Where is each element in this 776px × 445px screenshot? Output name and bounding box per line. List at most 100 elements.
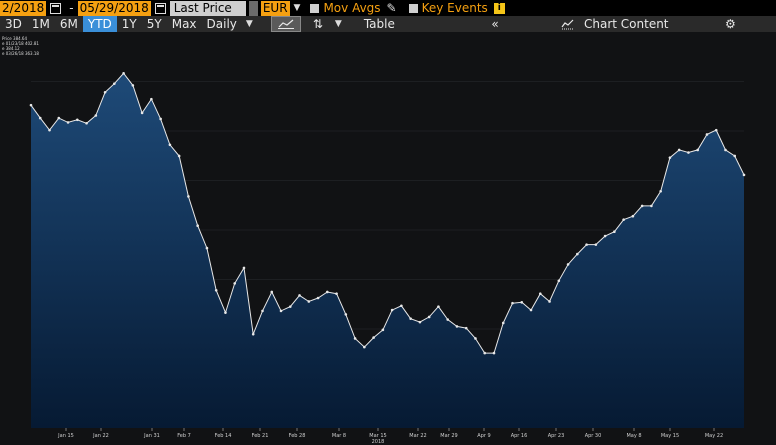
key-events-checkbox[interactable] [408,3,418,13]
collapse-left-button[interactable]: « [484,16,506,32]
data-point [390,308,394,312]
data-point [650,204,653,208]
x-tick-label: Apr 30 [585,433,602,439]
price-field-select[interactable]: Last Price [169,0,246,16]
x-tick-label: Apr 23 [548,433,565,439]
data-point [150,97,153,101]
data-point [576,252,579,256]
period-1y[interactable]: 1Y [117,16,142,32]
data-point [279,309,283,313]
price-chart[interactable]: Jan 15 Jan 22 Jan 31 Feb 7 Feb 14 Feb 21 Feb 2… [0,32,776,445]
calendar-icon[interactable] [154,2,166,14]
data-point [363,345,366,349]
data-point [400,304,403,308]
data-point [520,301,524,304]
data-point [140,111,144,115]
x-tick-label: Mar 29 [440,433,457,439]
data-point [705,133,709,136]
frequency-select[interactable]: Daily [202,16,242,32]
x-tick-label: Jan 15 [57,433,74,439]
data-point [687,151,690,154]
period-1m[interactable]: 1M [27,16,55,32]
data-point [38,116,42,120]
line-chart-icon [277,19,294,29]
data-point [168,143,172,147]
data-point [353,337,357,340]
data-point [251,332,255,336]
period-ytd[interactable]: YTD [82,16,117,32]
chevron-down-icon[interactable]: ▼ [246,19,253,29]
x-tick-label: May 8 [626,433,641,439]
period-max[interactable]: Max [167,16,202,32]
data-point [316,296,320,300]
key-events-label[interactable]: Key Events [422,1,488,15]
pencil-icon[interactable]: ✎ [387,1,397,15]
data-point [261,309,264,313]
data-point [566,263,570,266]
data-point [492,351,496,355]
data-point [113,82,116,85]
data-point [603,234,607,238]
table-button[interactable]: Table [356,17,403,31]
data-point [298,294,301,297]
data-point [733,154,737,158]
data-point [224,311,227,314]
data-point [103,90,107,94]
x-tick-label: May 15 [661,433,679,439]
period-5y[interactable]: 5Y [142,16,167,32]
data-point [242,266,246,270]
chevron-down-icon[interactable]: ▼ [294,3,301,13]
data-point [427,315,431,319]
data-point [66,121,70,124]
data-point [122,72,125,75]
data-point [381,328,385,332]
data-point [409,317,412,320]
period-6m[interactable]: 6M [55,16,83,32]
data-point [205,246,209,250]
data-point [270,290,274,294]
data-point [724,148,727,152]
end-date-field[interactable]: 05/29/2018 [77,0,151,16]
data-point [594,243,598,246]
chart-type-arrows-icon[interactable]: ⇅ [313,17,323,31]
data-point [474,337,477,340]
info-icon[interactable]: i [493,2,505,14]
data-point [344,313,348,316]
data-point [585,243,588,246]
chart-content-button[interactable]: Chart Content [584,16,669,32]
date-separator: - [69,1,74,15]
line-chart-button[interactable] [270,16,301,32]
data-point [742,173,746,177]
x-tick-label: Apr 16 [511,433,528,439]
data-point [529,308,533,312]
start-date-field[interactable]: 2/2018 [0,0,47,16]
mov-avgs-checkbox[interactable] [310,3,320,13]
data-point [557,279,561,283]
data-point [94,114,98,117]
data-point [501,321,505,325]
x-year-label: 2018 [372,439,385,445]
top-toolbar: 2/2018 - 05/29/2018 Last Price EUR ▼ Mov… [0,0,776,16]
x-tick-label: Jan 31 [143,433,160,439]
gear-icon[interactable]: ⚙ [725,16,736,32]
x-tick-label: Mar 22 [409,433,426,439]
data-point [538,292,542,296]
data-point [714,128,718,132]
data-point [640,204,644,208]
currency-select[interactable]: EUR [260,0,290,16]
data-point [159,117,162,121]
chevron-down-icon[interactable]: ▼ [335,19,342,29]
chart-content-icon[interactable] [561,18,575,30]
field-dropdown-arrow[interactable] [248,0,258,16]
data-point [29,103,33,107]
data-point [307,300,311,303]
data-point [613,230,616,234]
period-3d[interactable]: 3D [0,16,27,32]
calendar-icon[interactable] [50,2,62,14]
x-tick-label: Jan 22 [92,433,109,439]
x-tick-label: Feb 28 [289,433,306,439]
mov-avgs-label[interactable]: Mov Avgs [323,1,380,15]
data-point [483,351,487,355]
data-point [464,326,468,330]
data-point [548,300,551,303]
